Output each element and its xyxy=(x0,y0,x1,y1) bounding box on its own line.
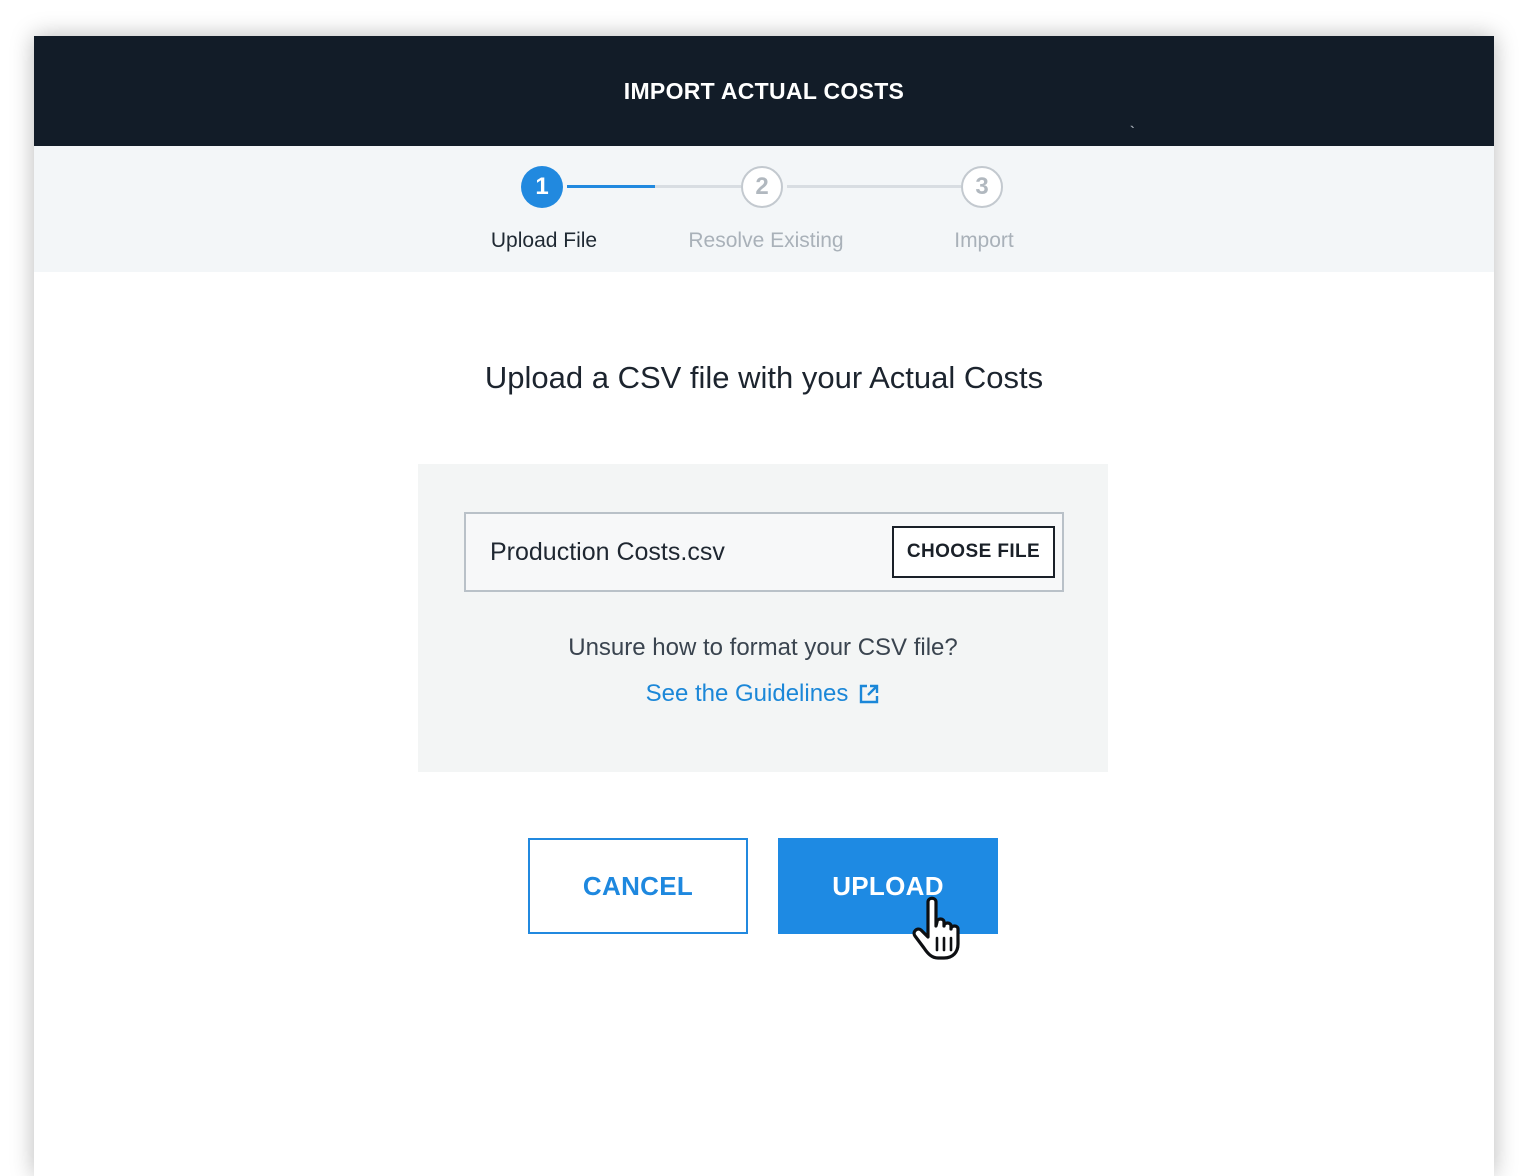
step-2-circle: 2 xyxy=(741,166,783,208)
hand-pointer-cursor-icon xyxy=(912,896,960,960)
step-3-label: Import xyxy=(954,229,1014,252)
guidelines-link-label[interactable]: See the Guidelines xyxy=(646,680,849,708)
step-3-number: 3 xyxy=(975,173,989,200)
guidelines-link[interactable]: See the Guidelines xyxy=(418,680,1108,708)
format-help-text: Unsure how to format your CSV file? xyxy=(568,634,958,661)
step-2-number: 2 xyxy=(755,173,769,200)
step-connector-progress xyxy=(567,185,655,188)
file-input-field[interactable]: Production Costs.csv CHOOSE FILE xyxy=(464,512,1064,592)
step-3-circle: 3 xyxy=(961,166,1003,208)
upload-panel: Production Costs.csv CHOOSE FILE Unsure … xyxy=(418,464,1108,772)
step-2-label: Resolve Existing xyxy=(688,229,844,252)
stepper: 1 2 3 Upload File Resolve Existing Impor… xyxy=(34,146,1494,272)
external-link-icon[interactable] xyxy=(858,683,880,705)
dialog-header: IMPORT ACTUAL COSTS ` xyxy=(34,36,1494,146)
import-dialog: IMPORT ACTUAL COSTS ` 1 2 3 Upload File … xyxy=(34,36,1494,1176)
page-heading: Upload a CSV file with your Actual Costs xyxy=(484,360,1044,395)
choose-file-button[interactable]: CHOOSE FILE xyxy=(892,526,1055,578)
step-1-circle: 1 xyxy=(521,166,563,208)
step-1-label: Upload File xyxy=(490,229,598,252)
step-connector-2 xyxy=(787,185,961,188)
cancel-button[interactable]: CANCEL xyxy=(528,838,748,934)
header-mark: ` xyxy=(1130,123,1135,139)
step-1-number: 1 xyxy=(535,173,549,200)
file-name-value: Production Costs.csv xyxy=(490,537,725,566)
step-connector-1 xyxy=(655,185,741,188)
dialog-title: IMPORT ACTUAL COSTS xyxy=(623,77,905,104)
